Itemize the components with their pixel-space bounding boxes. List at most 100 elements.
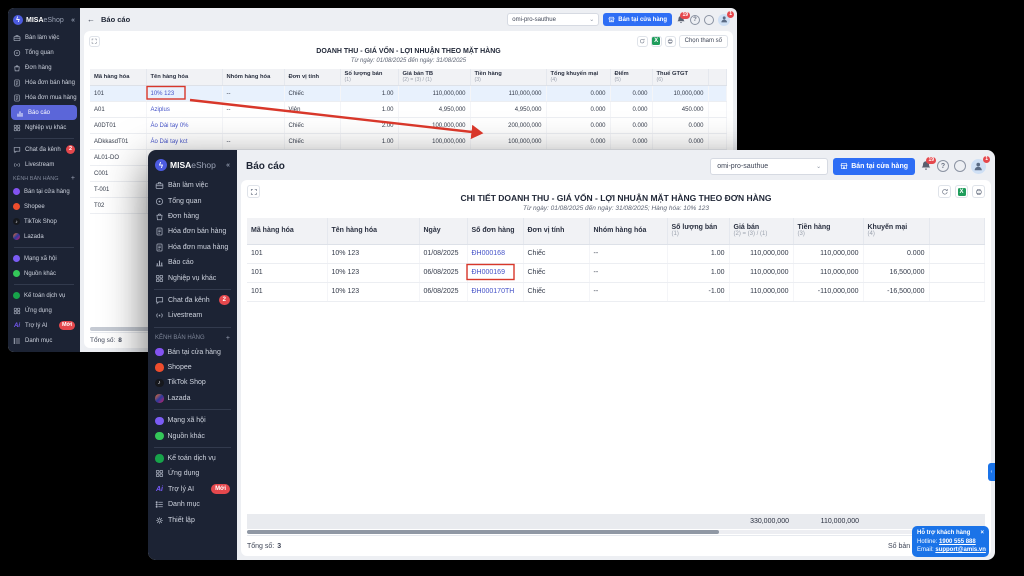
column-header[interactable]: Ngày (419, 218, 468, 245)
sidebar-item-shopee[interactable]: Shopee (148, 360, 237, 375)
column-header[interactable]: Tên hàng hóa (327, 218, 420, 245)
table-row[interactable]: 101 10% 123 -- Chiếc 1.00 110,000,000 11… (90, 85, 727, 102)
sidebar-item-ban-lam-viec[interactable]: Bàn làm việc (8, 30, 80, 45)
column-header[interactable]: Giá bán TB (2) = (3) / (1) (398, 69, 471, 86)
column-header[interactable]: Tên hàng hóa (146, 69, 223, 86)
column-header[interactable]: Giá bán (2) = (3) / (1) (729, 218, 794, 245)
order-link[interactable]: ĐH000170TH (472, 288, 515, 295)
order-link[interactable]: ĐH000168 (472, 250, 505, 257)
sidebar-item-thiet-lap[interactable]: Thiết lập (8, 348, 80, 352)
column-header[interactable]: Số lượng bán (1) (340, 69, 399, 86)
column-header[interactable]: Số lượng bán (1) (667, 218, 730, 245)
column-header[interactable]: Nhóm hàng hóa (222, 69, 285, 86)
sidebar-item-nghiep-vu-khac[interactable]: Nghiệp vụ khác (148, 270, 237, 285)
sidebar-item-ban-lam-viec[interactable]: Bàn làm việc (148, 178, 237, 193)
scrollbar-thumb[interactable] (247, 530, 720, 534)
sidebar-item-ban-tai-cua-hang[interactable]: Bán tại cửa hàng (148, 345, 237, 360)
sidebar-item-nguon-khac[interactable]: Nguồn khác (8, 266, 80, 281)
gift-icon[interactable] (954, 160, 966, 172)
sidebar-item-ke-toan-dich-vu[interactable]: Kế toán dịch vụ (8, 288, 80, 303)
column-header[interactable]: Khuyến mại (4) (863, 218, 930, 245)
column-header[interactable]: Số đơn hàng (467, 218, 524, 245)
sidebar-item-tong-quan[interactable]: Tổng quan (148, 193, 237, 208)
side-panel-tab[interactable]: ‹ (988, 463, 995, 481)
sidebar-item-tro-ly-ai[interactable]: Ai Trợ lý AI Mới (8, 318, 80, 333)
sidebar-item-lazada[interactable]: Lazada (148, 391, 237, 406)
product-link[interactable]: Aziplus (151, 107, 170, 113)
bell-icon[interactable]: 19 (920, 157, 936, 172)
sidebar-item-ung-dung[interactable]: Ứng dụng (8, 303, 80, 318)
sidebar-item-tong-quan[interactable]: Tổng quan (8, 45, 80, 60)
product-link[interactable]: Áo Dài tay 0% (151, 123, 189, 129)
sidebar-item-chat-da-kenh[interactable]: Chat đa kênh 2 (8, 142, 80, 157)
bell-icon[interactable]: 19 (676, 11, 690, 25)
column-header[interactable]: Đơn vị tính (284, 69, 341, 86)
column-header[interactable]: Mã hàng hóa (247, 218, 328, 245)
column-header[interactable]: Đơn vị tính (523, 218, 590, 245)
print-icon[interactable] (664, 35, 676, 47)
table-row[interactable]: 101 10% 123 01/08/2025 ĐH000168 Chiếc --… (247, 244, 985, 264)
sidebar-item-ke-toan-dich-vu[interactable]: Kế toán dịch vụ (148, 451, 237, 466)
sidebar-item-bao-cao[interactable]: Báo cáo (148, 255, 237, 270)
sidebar-item-ung-dung[interactable]: Ứng dụng (148, 466, 237, 481)
sidebar-item-nguon-khac[interactable]: Nguồn khác (148, 428, 237, 443)
sidebar-item-livestream[interactable]: Livestream (8, 157, 80, 172)
table-row[interactable]: A01 Aziplus -- Viên 1.00 4,950,000 4,950… (90, 101, 727, 118)
column-header[interactable]: Thuế GTGT (6) (652, 69, 709, 86)
sidebar-item-shopee[interactable]: Shopee (8, 199, 80, 214)
sidebar-item-don-hang[interactable]: Đơn hàng (148, 209, 237, 224)
column-header[interactable]: Nhóm hàng hóa (589, 218, 668, 245)
sidebar-item-thiet-lap[interactable]: Thiết lập (148, 512, 237, 527)
collapse-sidebar-icon[interactable]: « (226, 162, 230, 169)
sidebar-item-mang-xa-hoi[interactable]: Mạng xã hội (148, 413, 237, 428)
sell-at-store-button[interactable]: Bán tại cửa hàng (603, 13, 672, 26)
column-header[interactable]: Tiền hàng (3) (793, 218, 864, 245)
product-link[interactable]: Áo Dài tay kct (151, 139, 188, 145)
email-link[interactable]: support@amis.vn (935, 547, 986, 553)
sidebar-item-chat-da-kenh[interactable]: Chat đa kênh 2 (148, 293, 237, 308)
sell-at-store-button[interactable]: Bán tại cửa hàng (833, 157, 915, 175)
table-row[interactable]: 101 10% 123 06/08/2025 ĐH000170TH Chiếc … (247, 282, 985, 302)
column-header[interactable]: Điểm (5) (610, 69, 653, 86)
column-header[interactable]: Tổng khuyến mại (4) (546, 69, 611, 86)
sidebar-item-hoa-don-mua-hang[interactable]: Hóa đơn mua hàng (8, 90, 80, 105)
table-row[interactable]: ADkkasdT01 Áo Dài tay kct -- Chiếc 1.00 … (90, 133, 727, 150)
sidebar-item-hoa-don-mua-hang[interactable]: Hóa đơn mua hàng (148, 240, 237, 255)
sidebar-item-tiktok-shop[interactable]: ♪ TikTok Shop (148, 375, 237, 390)
gift-icon[interactable] (704, 14, 714, 25)
sidebar-item-danh-muc[interactable]: Danh mục (148, 497, 237, 512)
column-header[interactable]: Tiền hàng (3) (470, 69, 547, 86)
store-select[interactable]: omi-pro-sauthue ⌄ (507, 13, 600, 26)
sidebar-item-danh-muc[interactable]: Danh mục (8, 333, 80, 348)
column-header[interactable]: Mã hàng hóa (90, 69, 147, 86)
sidebar-item-don-hang[interactable]: Đơn hàng (8, 60, 80, 75)
choose-params-button[interactable]: Chọn tham số (678, 34, 728, 48)
table-row[interactable]: A0DT01 Áo Dài tay 0% Chiếc 2.00 100,000,… (90, 117, 727, 134)
sidebar-item-hoa-don-ban-hang[interactable]: Hóa đơn bán hàng (148, 224, 237, 239)
horizontal-scrollbar[interactable] (247, 530, 985, 534)
help-icon[interactable]: ? (690, 14, 700, 25)
sidebar-item-hoa-don-ban-hang[interactable]: Hóa đơn bán hàng (8, 75, 80, 90)
close-icon[interactable]: × (980, 530, 984, 536)
product-link[interactable]: 10% 123 (151, 91, 175, 97)
expand-icon[interactable] (89, 35, 100, 47)
help-icon[interactable]: ? (937, 160, 949, 172)
refresh-icon[interactable] (636, 35, 648, 47)
avatar[interactable]: 1 (971, 155, 990, 174)
sidebar-item-tiktok-shop[interactable]: ♪ TikTok Shop (8, 214, 80, 229)
avatar[interactable]: 1 (718, 10, 734, 26)
sidebar-item-mang-xa-hoi[interactable]: Mạng xã hội (8, 251, 80, 266)
sidebar-item-nghiep-vu-khac[interactable]: Nghiệp vụ khác (8, 120, 80, 135)
table-row[interactable]: 101 10% 123 06/08/2025 ĐH000169 Chiếc --… (247, 263, 985, 283)
hotline-link[interactable]: 1900 555 888 (939, 539, 976, 545)
sidebar-item-tro-ly-ai[interactable]: Ai Trợ lý AI Mới (148, 482, 237, 497)
back-arrow-icon[interactable]: ← (87, 15, 95, 24)
sidebar-item-ban-tai-cua-hang[interactable]: Bán tại cửa hàng (8, 184, 80, 199)
add-channel-icon[interactable]: + (226, 335, 230, 342)
sidebar-item-bao-cao[interactable]: Báo cáo (11, 105, 77, 120)
store-select[interactable]: omi-pro-sauthue ⌄ (710, 157, 829, 175)
excel-export-icon[interactable]: X (650, 35, 662, 47)
sidebar-item-lazada[interactable]: Lazada (8, 229, 80, 244)
add-channel-icon[interactable]: + (71, 175, 75, 182)
sidebar-item-livestream[interactable]: Livestream (148, 308, 237, 323)
